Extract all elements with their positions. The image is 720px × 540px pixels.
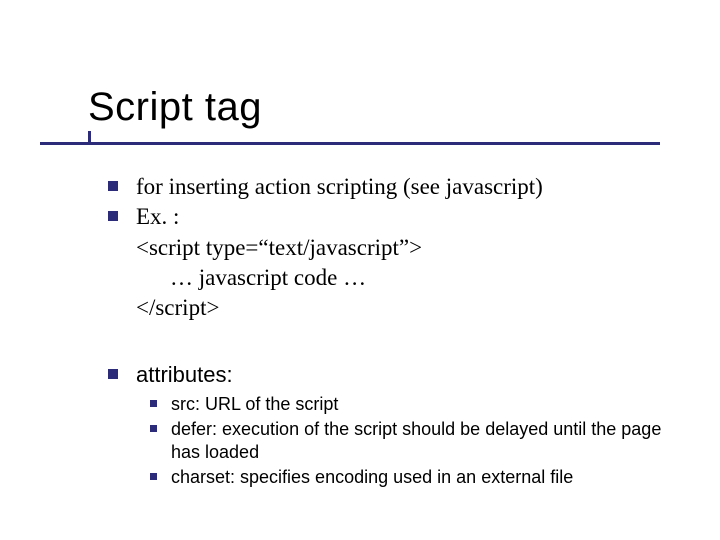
sub-bullet-text: charset: specifies encoding used in an e…: [171, 466, 573, 489]
bullet-text: attributes:: [136, 360, 233, 389]
bullet-text: Ex. :: [136, 202, 179, 232]
bullet-item: for inserting action scripting (see java…: [108, 172, 668, 202]
code-line: </script>: [136, 293, 668, 323]
content-area: for inserting action scripting (see java…: [108, 172, 668, 491]
spacer: [108, 324, 668, 360]
bullet-item: attributes:: [108, 360, 668, 389]
square-bullet-icon: [150, 425, 157, 432]
square-bullet-icon: [150, 400, 157, 407]
square-bullet-icon: [108, 181, 118, 191]
slide-title: Script tag: [88, 85, 262, 129]
code-line: <script type=“text/javascript”>: [136, 233, 668, 263]
code-line: … javascript code …: [170, 263, 668, 293]
slide: Script tag for inserting action scriptin…: [0, 0, 720, 540]
square-bullet-icon: [108, 369, 118, 379]
code-text: </script>: [136, 293, 219, 323]
square-bullet-icon: [108, 211, 118, 221]
title-underline: [40, 142, 660, 145]
bullet-text: for inserting action scripting (see java…: [136, 172, 543, 202]
code-text: <script type=“text/javascript”>: [136, 233, 422, 263]
square-bullet-icon: [150, 473, 157, 480]
sub-bullet-text: defer: execution of the script should be…: [171, 418, 668, 464]
sub-bullet-item: defer: execution of the script should be…: [150, 418, 668, 464]
sub-bullet-text: src: URL of the script: [171, 393, 338, 416]
bullet-item: Ex. :: [108, 202, 668, 232]
code-text: … javascript code …: [170, 263, 366, 293]
sub-bullet-item: src: URL of the script: [150, 393, 668, 416]
title-block: Script tag: [88, 85, 262, 130]
sub-bullet-item: charset: specifies encoding used in an e…: [150, 466, 668, 489]
sub-list: src: URL of the script defer: execution …: [150, 393, 668, 489]
